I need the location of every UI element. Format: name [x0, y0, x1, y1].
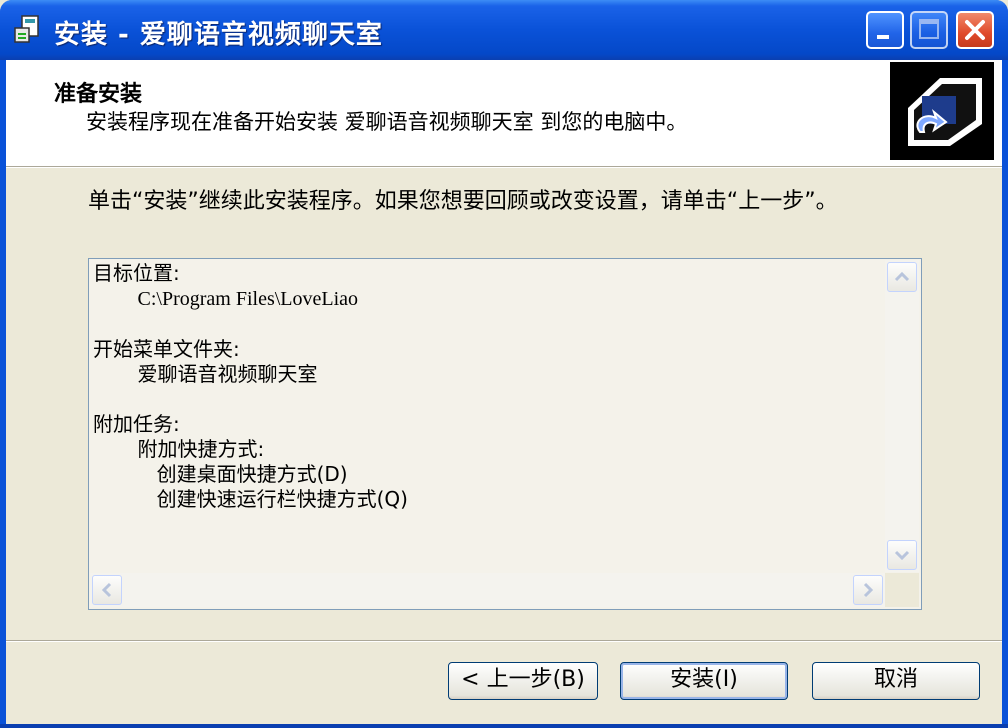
- page-subtitle: 安装程序现在准备开始安装 爱聊语音视频聊天室 到您的电脑中。: [86, 110, 688, 134]
- dest-value: C:\Program Files\LoveLiao: [137, 288, 359, 310]
- back-button[interactable]: < 上一步(B): [448, 662, 598, 700]
- dialog-client-area: 准备安装 安装程序现在准备开始安装 爱聊语音视频聊天室 到您的电脑中。 单击“安…: [6, 60, 1002, 724]
- computer-install-icon: [890, 62, 994, 160]
- title-bar[interactable]: 安装 - 爱聊语音视频聊天室: [0, 0, 1008, 60]
- maximize-button[interactable]: [910, 11, 948, 49]
- minimize-button[interactable]: [866, 11, 904, 49]
- scroll-down-button[interactable]: [887, 540, 917, 570]
- settings-summary-memo[interactable]: 目标位置: C:\Program Files\LoveLiao 开始菜单文件夹:…: [88, 258, 922, 610]
- task-desktop-shortcut: 创建桌面快捷方式(D): [156, 462, 348, 486]
- menu-value: 爱聊语音视频聊天室: [137, 362, 318, 386]
- chevron-down-icon: [894, 550, 910, 561]
- close-button[interactable]: [956, 11, 994, 49]
- tasks-label: 附加任务:: [93, 412, 180, 436]
- minimize-icon: [877, 35, 889, 39]
- scrollbar-corner: [885, 573, 919, 607]
- scroll-left-button[interactable]: [92, 575, 122, 605]
- footer-divider-highlight: [6, 641, 1002, 642]
- intro-text: 单击“安装”继续此安装程序。如果您想要回顾或改变设置，请单击“上一步”。: [88, 189, 838, 214]
- vertical-scrollbar[interactable]: [885, 260, 919, 572]
- installer-icon: [12, 14, 44, 46]
- maximize-icon: [919, 19, 939, 39]
- scroll-up-button[interactable]: [887, 262, 917, 292]
- summary-text[interactable]: 目标位置: C:\Program Files\LoveLiao 开始菜单文件夹:…: [93, 261, 883, 571]
- close-icon: [965, 20, 985, 40]
- window-frame-bottom: [0, 724, 1008, 728]
- install-button[interactable]: 安装(I): [620, 662, 788, 700]
- page-title: 准备安装: [54, 82, 143, 107]
- tasks-group: 附加快捷方式:: [137, 437, 265, 461]
- wizard-header: 准备安装 安装程序现在准备开始安装 爱聊语音视频聊天室 到您的电脑中。: [6, 60, 1002, 167]
- menu-label: 开始菜单文件夹:: [93, 337, 240, 361]
- scroll-right-button[interactable]: [853, 575, 883, 605]
- dest-label: 目标位置:: [93, 261, 180, 285]
- horizontal-scrollbar[interactable]: [90, 573, 885, 607]
- chevron-right-icon: [863, 582, 874, 598]
- header-divider: [6, 167, 1002, 168]
- window-title: 安装 - 爱聊语音视频聊天室: [54, 20, 383, 50]
- chevron-left-icon: [101, 582, 112, 598]
- cancel-button[interactable]: 取消: [812, 662, 980, 700]
- task-quicklaunch-shortcut: 创建快速运行栏快捷方式(Q): [156, 487, 408, 511]
- chevron-up-icon: [894, 271, 910, 282]
- installer-window: 安装 - 爱聊语音视频聊天室 准备安装 安装程序现在准备开始安装 爱聊语音视频聊…: [0, 0, 1008, 728]
